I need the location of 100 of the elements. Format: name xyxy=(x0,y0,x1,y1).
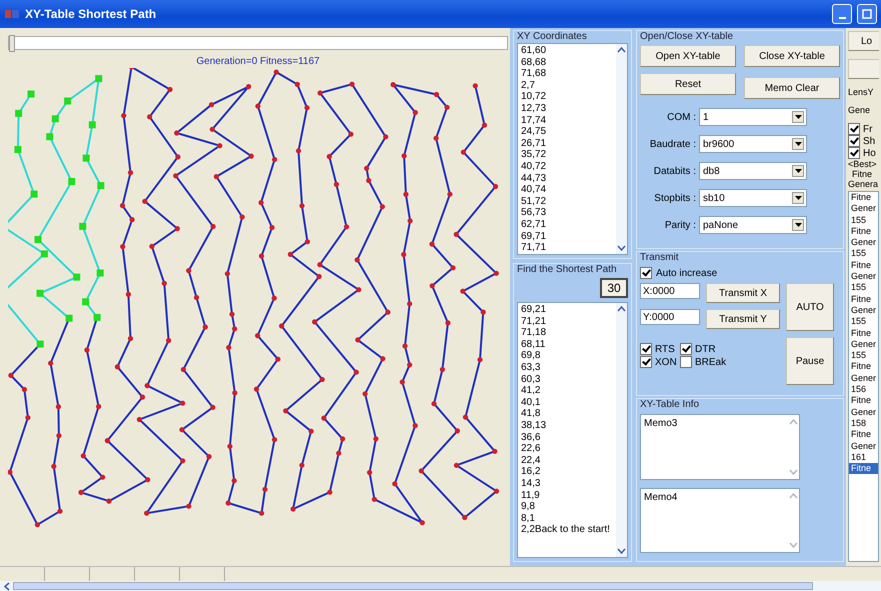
group-title: XY-Table Info xyxy=(640,399,700,411)
list-item[interactable]: 41,8 xyxy=(521,408,613,420)
dropdown[interactable]: 1 xyxy=(699,108,807,126)
list-item[interactable]: Gener xyxy=(849,237,878,248)
list-item[interactable]: 8,1 xyxy=(521,512,613,524)
checkbox[interactable] xyxy=(848,123,860,135)
checkbox[interactable] xyxy=(680,343,692,355)
list-item[interactable]: Gener xyxy=(849,406,878,418)
list-item[interactable]: 68,11 xyxy=(521,338,613,350)
list-item[interactable]: Fitne xyxy=(849,192,878,204)
scrollbar[interactable] xyxy=(616,303,627,557)
dropdown[interactable]: paNone xyxy=(699,216,807,234)
list-item[interactable]: 26,71 xyxy=(521,138,613,150)
checkbox[interactable] xyxy=(848,147,860,159)
list-item[interactable]: Fitne xyxy=(849,361,878,373)
list-item[interactable]: Gener xyxy=(849,203,878,215)
list-item[interactable]: 10,72 xyxy=(521,91,613,103)
list-item[interactable]: 12,73 xyxy=(521,102,613,115)
list-item[interactable]: Fitne xyxy=(849,260,878,272)
list-item[interactable]: 155 xyxy=(849,316,878,328)
checkbox[interactable] xyxy=(640,343,652,355)
list-item[interactable]: 155 xyxy=(849,282,878,294)
memo-box[interactable]: Memo3 xyxy=(640,414,800,480)
button[interactable]: Transmit Y xyxy=(706,309,780,329)
list-item[interactable]: 51,72 xyxy=(521,196,613,208)
button[interactable]: Lo xyxy=(848,31,879,51)
scrollbar[interactable] xyxy=(0,581,881,591)
list-item[interactable]: 2,2Back to the start! xyxy=(521,524,613,536)
maximize-button[interactable] xyxy=(857,4,877,24)
minimize-button[interactable] xyxy=(832,4,852,24)
list-item[interactable]: 155 xyxy=(849,350,878,362)
list-item[interactable]: 61,60 xyxy=(521,45,613,57)
list-item[interactable]: 71,68 xyxy=(521,68,613,80)
list-item[interactable]: 9,8 xyxy=(521,501,613,513)
dropdown[interactable]: db8 xyxy=(699,162,807,180)
list-item[interactable]: 16,2 xyxy=(521,466,613,478)
button[interactable]: Pause xyxy=(786,337,834,385)
count-button[interactable]: 30 xyxy=(600,278,628,298)
list-item[interactable]: 41,2 xyxy=(521,385,613,397)
list-item[interactable]: Fitne xyxy=(849,294,878,305)
checkbox[interactable] xyxy=(640,267,652,279)
input-field[interactable]: X:0000 xyxy=(640,283,700,299)
list-item[interactable]: 71,21 xyxy=(521,316,613,328)
list-item[interactable]: Gener xyxy=(849,338,878,350)
checkbox[interactable] xyxy=(680,356,692,368)
checkbox-label: Ho xyxy=(863,148,876,158)
button[interactable]: Reset xyxy=(640,73,736,95)
checkbox[interactable] xyxy=(640,356,652,368)
list-item[interactable]: 60,3 xyxy=(521,374,613,386)
list-item[interactable]: 40,72 xyxy=(521,160,613,173)
list-item[interactable]: Fitne xyxy=(849,328,878,339)
list-item[interactable]: 36,6 xyxy=(521,432,613,444)
button[interactable]: AUTO xyxy=(786,283,834,331)
memo-box[interactable]: Memo4 xyxy=(640,488,800,553)
list-item[interactable]: 44,73 xyxy=(521,172,613,184)
list-item[interactable]: 24,75 xyxy=(521,126,613,138)
list-item[interactable]: Gener xyxy=(849,304,878,316)
list-item[interactable]: 38,13 xyxy=(521,420,613,432)
list-item[interactable]: 69,71 xyxy=(521,230,613,242)
list-item[interactable]: 35,72 xyxy=(521,149,613,161)
list-item[interactable]: 63,3 xyxy=(521,362,613,374)
dropdown-value: 1 xyxy=(702,112,709,122)
dropdown[interactable]: sb10 xyxy=(699,189,807,207)
list-item[interactable]: 155 xyxy=(849,214,878,226)
scroll-up-icon xyxy=(789,492,798,498)
list-item[interactable]: 22,4 xyxy=(521,454,613,466)
button[interactable]: Transmit X xyxy=(706,283,780,303)
button[interactable]: Close XY-table xyxy=(744,45,840,67)
list-item[interactable]: 156 xyxy=(849,384,878,396)
list-item[interactable]: 17,74 xyxy=(521,114,613,126)
scrollbar[interactable] xyxy=(616,44,627,254)
button[interactable]: Open XY-table xyxy=(640,45,736,67)
list-item[interactable]: 22,6 xyxy=(521,443,613,455)
list-item[interactable]: 14,3 xyxy=(521,478,613,490)
list-item[interactable]: 158 xyxy=(849,418,878,430)
list-item[interactable]: Gener xyxy=(849,372,878,384)
list-item[interactable]: 69,8 xyxy=(521,350,613,362)
list-item[interactable]: 62,71 xyxy=(521,218,613,230)
list-item[interactable]: 56,73 xyxy=(521,207,613,219)
list-item[interactable]: 71,71 xyxy=(521,242,613,254)
list-item[interactable]: Fitne xyxy=(849,395,878,407)
list-item[interactable]: 68,68 xyxy=(521,56,613,68)
list-item[interactable]: 71,18 xyxy=(521,327,613,339)
list-item[interactable]: 40,1 xyxy=(521,396,613,408)
list-item[interactable]: Gener xyxy=(849,271,878,282)
checkbox[interactable] xyxy=(848,135,860,147)
list-item[interactable]: Fitne xyxy=(849,429,878,441)
input-field[interactable]: Y:0000 xyxy=(640,309,700,325)
list-item[interactable]: 11,9 xyxy=(521,490,613,502)
list-item[interactable]: 40,74 xyxy=(521,184,613,196)
list-item[interactable]: 155 xyxy=(849,248,878,260)
dropdown[interactable]: br9600 xyxy=(699,135,807,153)
list-item[interactable]: 161 xyxy=(849,452,878,464)
list-item[interactable]: 69,21 xyxy=(521,304,613,316)
list-item[interactable]: Fitne xyxy=(849,463,878,474)
list-item[interactable]: Gener xyxy=(849,440,878,452)
button[interactable]: Memo Clear xyxy=(744,77,840,99)
list-item[interactable]: 2,7 xyxy=(521,80,613,92)
list-item[interactable]: Fitne xyxy=(849,226,878,238)
slider-thumb[interactable] xyxy=(9,35,15,52)
